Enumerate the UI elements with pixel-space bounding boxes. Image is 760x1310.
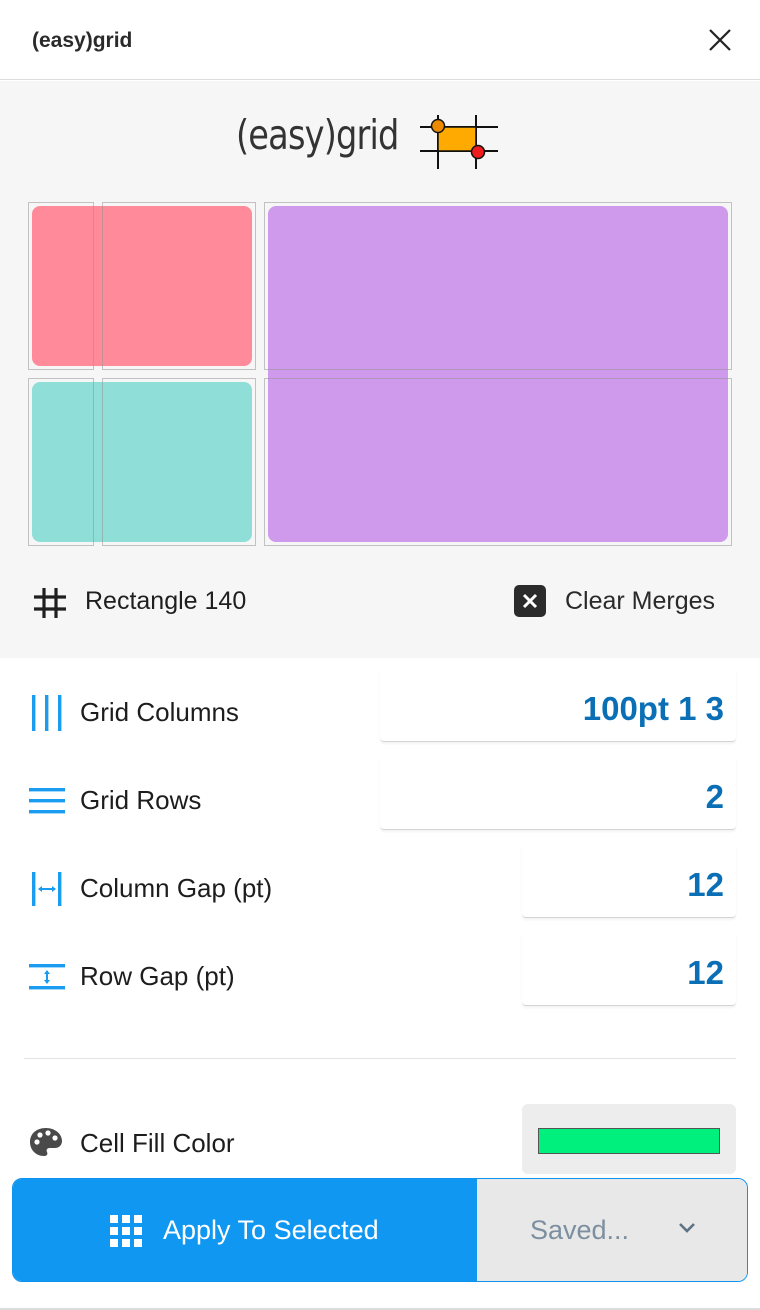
- chevron-down-icon: [679, 1223, 695, 1233]
- grid-guide: [28, 378, 94, 546]
- grid-icon: [110, 1215, 142, 1247]
- preview-panel: (easy)grid Rectangle 140 Clear Merges: [0, 81, 760, 658]
- column-gap-input[interactable]: 12: [522, 844, 736, 918]
- hash-icon: [34, 588, 66, 618]
- grid-logo-icon: [420, 115, 498, 169]
- apply-to-selected-button[interactable]: Apply To Selected: [13, 1179, 477, 1281]
- grid-guide: [28, 202, 94, 370]
- grid-guide: [264, 202, 732, 370]
- logo-text: (easy)grid: [236, 111, 399, 159]
- columns-icon: [32, 695, 62, 731]
- apply-label: Apply To Selected: [163, 1215, 379, 1245]
- column-gap-value: 12: [687, 866, 724, 903]
- cell-fill-swatch: [538, 1128, 720, 1154]
- grid-rows-value: 2: [705, 778, 724, 815]
- grid-guide: [102, 202, 256, 370]
- rows-icon: [29, 788, 65, 814]
- grid-preview: [28, 202, 734, 547]
- grid-rows-input[interactable]: 2: [380, 756, 736, 830]
- row-gap-value: 12: [687, 954, 724, 991]
- row-gap-label: Row Gap (pt): [80, 961, 235, 991]
- section-divider: [24, 1058, 736, 1059]
- grid-columns-value: 100pt 1 3: [582, 690, 724, 727]
- grid-columns-label: Grid Columns: [80, 697, 239, 727]
- saved-label: Saved...: [530, 1215, 630, 1245]
- row-gap-row: Row Gap (pt) 12: [0, 954, 760, 1046]
- window-title: (easy)grid: [32, 29, 133, 52]
- action-bar: Apply To Selected Saved...: [12, 1178, 748, 1282]
- cell-fill-color-picker[interactable]: [522, 1104, 736, 1174]
- close-icon[interactable]: [702, 22, 738, 58]
- column-gap-icon: [32, 872, 62, 906]
- close-square-icon[interactable]: [514, 585, 546, 617]
- row-gap-icon: [29, 964, 65, 990]
- grid-guide: [102, 378, 256, 546]
- selected-layer-name: Rectangle 140: [85, 587, 247, 615]
- row-gap-input[interactable]: 12: [522, 932, 736, 1006]
- saved-presets-dropdown[interactable]: Saved...: [477, 1179, 747, 1281]
- column-gap-label: Column Gap (pt): [80, 873, 273, 903]
- grid-rows-label: Grid Rows: [80, 785, 202, 815]
- grid-guide: [264, 378, 732, 546]
- title-bar: (easy)grid: [0, 0, 760, 80]
- cell-fill-label: Cell Fill Color: [80, 1128, 235, 1158]
- grid-columns-input[interactable]: 100pt 1 3: [380, 668, 736, 742]
- clear-merges-button[interactable]: Clear Merges: [565, 587, 715, 616]
- palette-icon: [30, 1128, 62, 1156]
